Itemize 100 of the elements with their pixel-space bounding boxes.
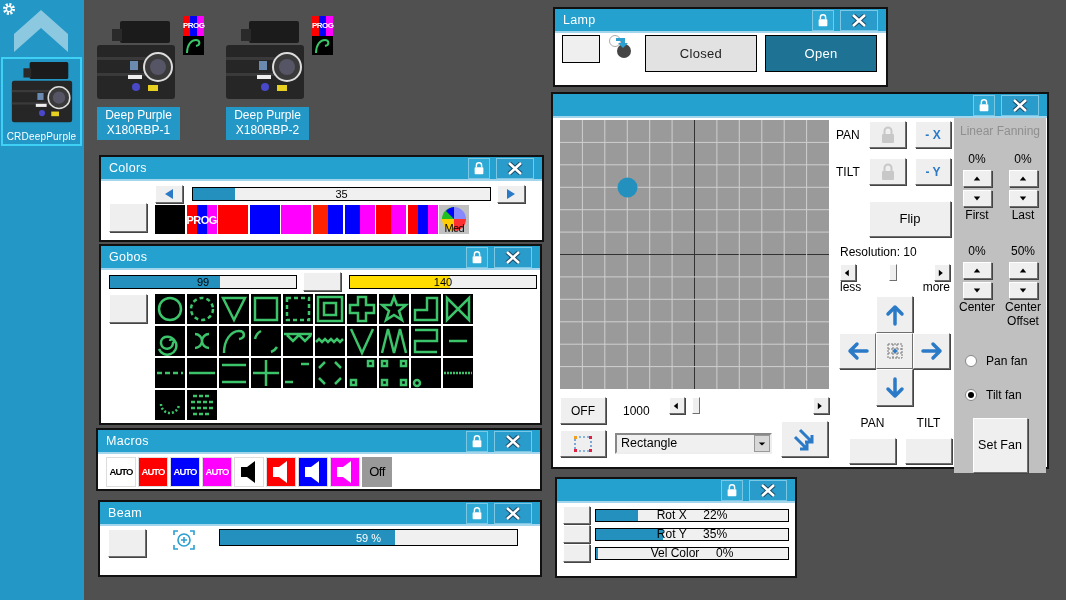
sound-macro-button[interactable]: [234, 457, 264, 487]
gobo-icon[interactable]: [283, 358, 313, 388]
lamp-button[interactable]: Open: [765, 35, 877, 72]
spin-up-button[interactable]: [1008, 170, 1038, 187]
blank-button[interactable]: [562, 35, 600, 63]
lock-button[interactable]: [973, 94, 995, 116]
spin-up-button[interactable]: [962, 262, 992, 279]
gobo-icon[interactable]: [155, 326, 185, 356]
position-handle[interactable]: [617, 177, 638, 198]
lock-button[interactable]: [812, 9, 834, 31]
spin-up-button[interactable]: [962, 170, 992, 187]
gobo-icon[interactable]: [315, 358, 345, 388]
off-button[interactable]: OFF: [560, 397, 606, 424]
gobo-icon[interactable]: [155, 358, 185, 388]
more-button[interactable]: [934, 264, 950, 281]
gobo-icon[interactable]: [155, 294, 185, 324]
gobo-icon[interactable]: [219, 294, 249, 324]
less-button[interactable]: [840, 264, 856, 281]
macro-button[interactable]: AUTO: [170, 457, 200, 487]
settings-icon[interactable]: [2, 2, 16, 16]
gobo-icon[interactable]: [347, 326, 377, 356]
gobo-icon[interactable]: [379, 326, 409, 356]
resolution-thumb[interactable]: [888, 264, 897, 281]
swap-button[interactable]: [781, 420, 828, 457]
gobo-icon[interactable]: [347, 294, 377, 324]
color-swatch[interactable]: [344, 205, 375, 234]
gobo-icon[interactable]: [411, 294, 441, 324]
down-arrow-icon: [883, 376, 906, 399]
color-swatch[interactable]: [407, 205, 438, 234]
lamp-button[interactable]: Closed: [645, 35, 757, 72]
down-arrow-button[interactable]: [876, 369, 913, 406]
close-button[interactable]: [1001, 94, 1039, 116]
lock-icon: [879, 125, 896, 144]
macro-button[interactable]: AUTO: [106, 457, 136, 487]
close-button[interactable]: [494, 430, 532, 452]
scrollbar-thumb[interactable]: [692, 397, 701, 414]
color-swatch[interactable]: [155, 205, 185, 234]
gobo-icon[interactable]: [187, 326, 217, 356]
previous-button[interactable]: [155, 185, 183, 203]
gobo-icon[interactable]: [187, 390, 217, 420]
lock-button[interactable]: [466, 430, 488, 452]
invert-button[interactable]: - X: [915, 121, 951, 148]
close-button[interactable]: [496, 157, 534, 179]
scroll-right-button[interactable]: [813, 397, 829, 414]
macro-button[interactable]: AUTO: [138, 457, 168, 487]
macro-button[interactable]: Off: [362, 457, 392, 487]
right-arrow-button[interactable]: [913, 333, 950, 369]
center-button[interactable]: [876, 333, 913, 369]
spin-down-button[interactable]: [962, 282, 992, 299]
up-arrow-button[interactable]: [876, 296, 913, 333]
lock-icon: [470, 433, 484, 449]
next-button[interactable]: [497, 185, 525, 203]
close-icon: [507, 161, 523, 175]
flip-button[interactable]: Flip: [869, 201, 951, 237]
color-swatch[interactable]: [218, 205, 249, 234]
fan-value: 0%: [968, 152, 986, 166]
gobo-icon[interactable]: [379, 358, 409, 388]
close-icon: [505, 506, 521, 520]
gobo-icon[interactable]: [283, 294, 313, 324]
gobo-icon[interactable]: [187, 358, 217, 388]
spin-up-button[interactable]: [1008, 262, 1038, 279]
gobo-icon[interactable]: [155, 390, 185, 420]
gobo-icon[interactable]: [379, 294, 409, 324]
close-button[interactable]: [494, 246, 532, 268]
scroll-left-button[interactable]: [669, 397, 685, 414]
lock-button[interactable]: [466, 246, 488, 268]
gobo-icon[interactable]: [219, 326, 249, 356]
close-button[interactable]: [749, 479, 787, 501]
gobo-icon[interactable]: [315, 326, 345, 356]
lock-button[interactable]: [468, 157, 490, 179]
lock-button[interactable]: [466, 502, 488, 524]
gobo-icon[interactable]: [283, 326, 313, 356]
close-button[interactable]: [494, 502, 532, 524]
spin-down-button[interactable]: [1008, 282, 1038, 299]
gobo-icon[interactable]: [219, 358, 249, 388]
color-swatch[interactable]: [281, 205, 312, 234]
color-swatch[interactable]: [312, 205, 343, 234]
gobo-icon[interactable]: [315, 294, 345, 324]
sound-macro-button[interactable]: [298, 457, 328, 487]
gobo-icon[interactable]: [251, 326, 281, 356]
gobo-icon[interactable]: [251, 294, 281, 324]
color-swatch[interactable]: [376, 205, 407, 234]
gobo-icon[interactable]: [443, 358, 473, 388]
selection-icon: [573, 434, 593, 453]
gobo-icon[interactable]: [251, 358, 281, 388]
lock-button[interactable]: [721, 479, 743, 501]
gobo-icon[interactable]: [347, 358, 377, 388]
gobo-icon[interactable]: [443, 326, 473, 356]
shape-dropdown[interactable]: Rectangle: [615, 433, 772, 454]
spin-down-button[interactable]: [962, 190, 992, 207]
left-arrow-button[interactable]: [839, 333, 876, 369]
color-swatch[interactable]: [249, 205, 280, 234]
gobo-icon[interactable]: [187, 294, 217, 324]
spin-down-button[interactable]: [1008, 190, 1038, 207]
invert-button[interactable]: - Y: [915, 158, 951, 185]
gobo-icon[interactable]: [411, 326, 441, 356]
shape-select-button[interactable]: [560, 430, 606, 457]
gobo-icon[interactable]: [443, 294, 473, 324]
close-button[interactable]: [840, 9, 878, 31]
gobo-icon[interactable]: [411, 358, 441, 388]
